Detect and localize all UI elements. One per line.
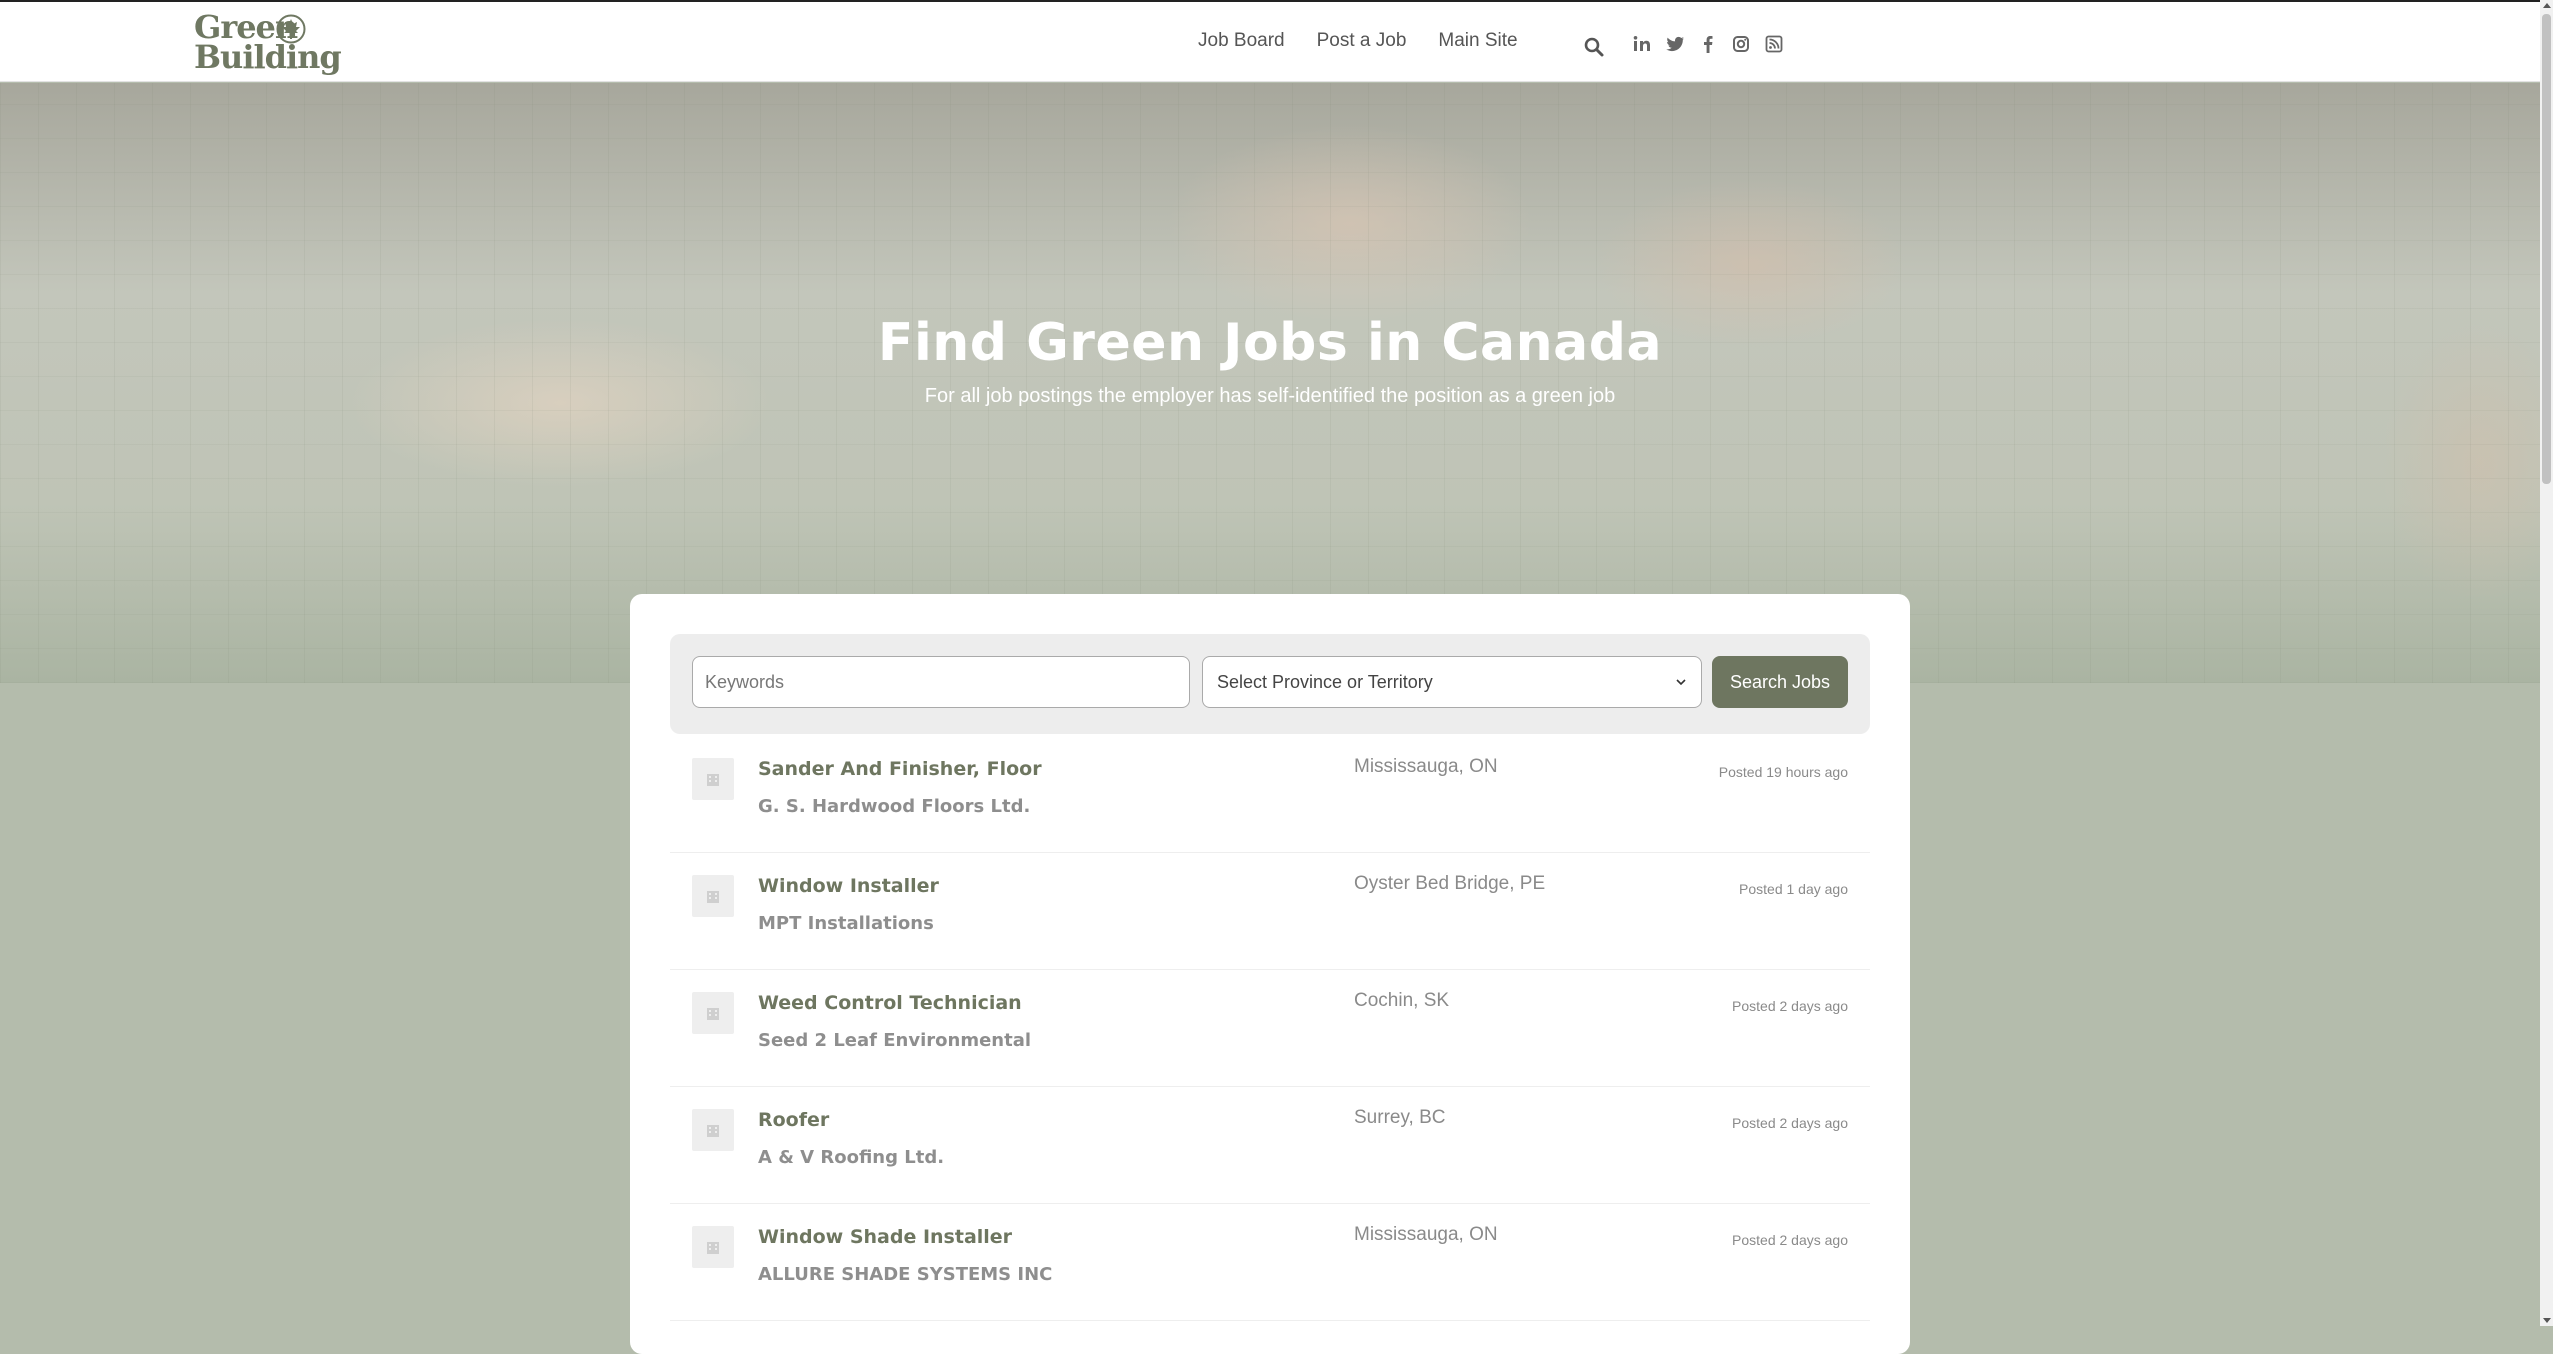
job-company: ALLURE SHADE SYSTEMS INC (758, 1264, 1053, 1285)
twitter-icon[interactable] (1665, 34, 1685, 54)
building-icon (707, 1125, 719, 1137)
job-location: Surrey, BC (1354, 1107, 1446, 1128)
job-location: Mississauga, ON (1354, 1224, 1498, 1245)
company-logo-placeholder (692, 875, 734, 917)
job-location: Oyster Bed Bridge, PE (1354, 873, 1546, 894)
job-row[interactable]: Window Installer MPT Installations Oyste… (670, 853, 1870, 970)
job-location: Mississauga, ON (1354, 756, 1498, 777)
job-search-bar: Select Province or Territory Search Jobs (670, 634, 1870, 734)
blueprint-background (0, 83, 2540, 683)
building-icon (707, 891, 719, 903)
scroll-down-arrow[interactable] (2543, 1318, 2551, 1323)
job-title[interactable]: Roofer (758, 1109, 829, 1131)
company-logo-placeholder (692, 1226, 734, 1268)
site-header: Green Building Job Board Post a Job Main… (0, 0, 2540, 82)
instagram-icon[interactable] (1731, 34, 1751, 54)
job-row[interactable]: Weed Control Technician Seed 2 Leaf Envi… (670, 970, 1870, 1087)
job-title[interactable]: Window Installer (758, 875, 939, 897)
building-icon (707, 1008, 719, 1020)
nav-main-site[interactable]: Main Site (1438, 30, 1517, 52)
hero-banner: Find Green Jobs in Canada For all job po… (0, 83, 2540, 683)
social-links (1632, 34, 1784, 54)
keywords-input[interactable] (692, 656, 1190, 708)
job-row[interactable]: Sander And Finisher, Floor G. S. Hardwoo… (670, 736, 1870, 853)
building-icon (707, 774, 719, 786)
nav-post-a-job[interactable]: Post a Job (1317, 30, 1407, 52)
search-jobs-button[interactable]: Search Jobs (1712, 656, 1848, 708)
company-logo-placeholder (692, 1109, 734, 1151)
main-nav: Job Board Post a Job Main Site (1198, 30, 1518, 52)
job-location: Cochin, SK (1354, 990, 1450, 1011)
logo-text-line2: Building (194, 38, 342, 76)
job-row[interactable]: Window Shade Installer ALLURE SHADE SYST… (670, 1204, 1870, 1321)
job-list: Sander And Finisher, Floor G. S. Hardwoo… (670, 736, 1870, 1321)
job-company: G. S. Hardwood Floors Ltd. (758, 796, 1031, 817)
province-select[interactable]: Select Province or Territory (1202, 656, 1702, 708)
chevron-down-icon (1676, 679, 1686, 686)
facebook-icon[interactable] (1698, 34, 1718, 54)
job-board-card: Select Province or Territory Search Jobs… (630, 594, 1910, 1354)
job-posted-date: Posted 2 days ago (1732, 1115, 1848, 1131)
nav-job-board[interactable]: Job Board (1198, 30, 1285, 52)
company-logo-placeholder (692, 992, 734, 1034)
job-title[interactable]: Window Shade Installer (758, 1226, 1012, 1248)
job-title[interactable]: Weed Control Technician (758, 992, 1022, 1014)
job-posted-date: Posted 1 day ago (1739, 881, 1848, 897)
job-row[interactable]: Roofer A & V Roofing Ltd. Surrey, BC Pos… (670, 1087, 1870, 1204)
job-posted-date: Posted 19 hours ago (1718, 764, 1848, 780)
company-logo-placeholder (692, 758, 734, 800)
site-logo[interactable]: Green Building (194, 11, 342, 76)
job-posted-date: Posted 2 days ago (1732, 998, 1848, 1014)
province-select-value: Select Province or Territory (1217, 671, 1433, 692)
job-company: A & V Roofing Ltd. (758, 1147, 945, 1168)
page-scrollbar[interactable] (2540, 0, 2553, 1326)
search-icon[interactable] (1583, 36, 1605, 58)
scroll-up-arrow[interactable] (2543, 3, 2551, 8)
rss-icon[interactable] (1764, 34, 1784, 54)
job-title[interactable]: Sander And Finisher, Floor (758, 758, 1042, 780)
hero-subtitle: For all job postings the employer has se… (924, 385, 1616, 407)
job-company: Seed 2 Leaf Environmental (758, 1030, 1032, 1051)
maple-leaf-icon (276, 14, 306, 44)
scrollbar-thumb[interactable] (2542, 14, 2551, 484)
hero-title: Find Green Jobs in Canada (877, 313, 1663, 373)
job-company: MPT Installations (758, 913, 934, 934)
linkedin-icon[interactable] (1632, 34, 1652, 54)
job-posted-date: Posted 2 days ago (1732, 1232, 1848, 1248)
building-icon (707, 1242, 719, 1254)
